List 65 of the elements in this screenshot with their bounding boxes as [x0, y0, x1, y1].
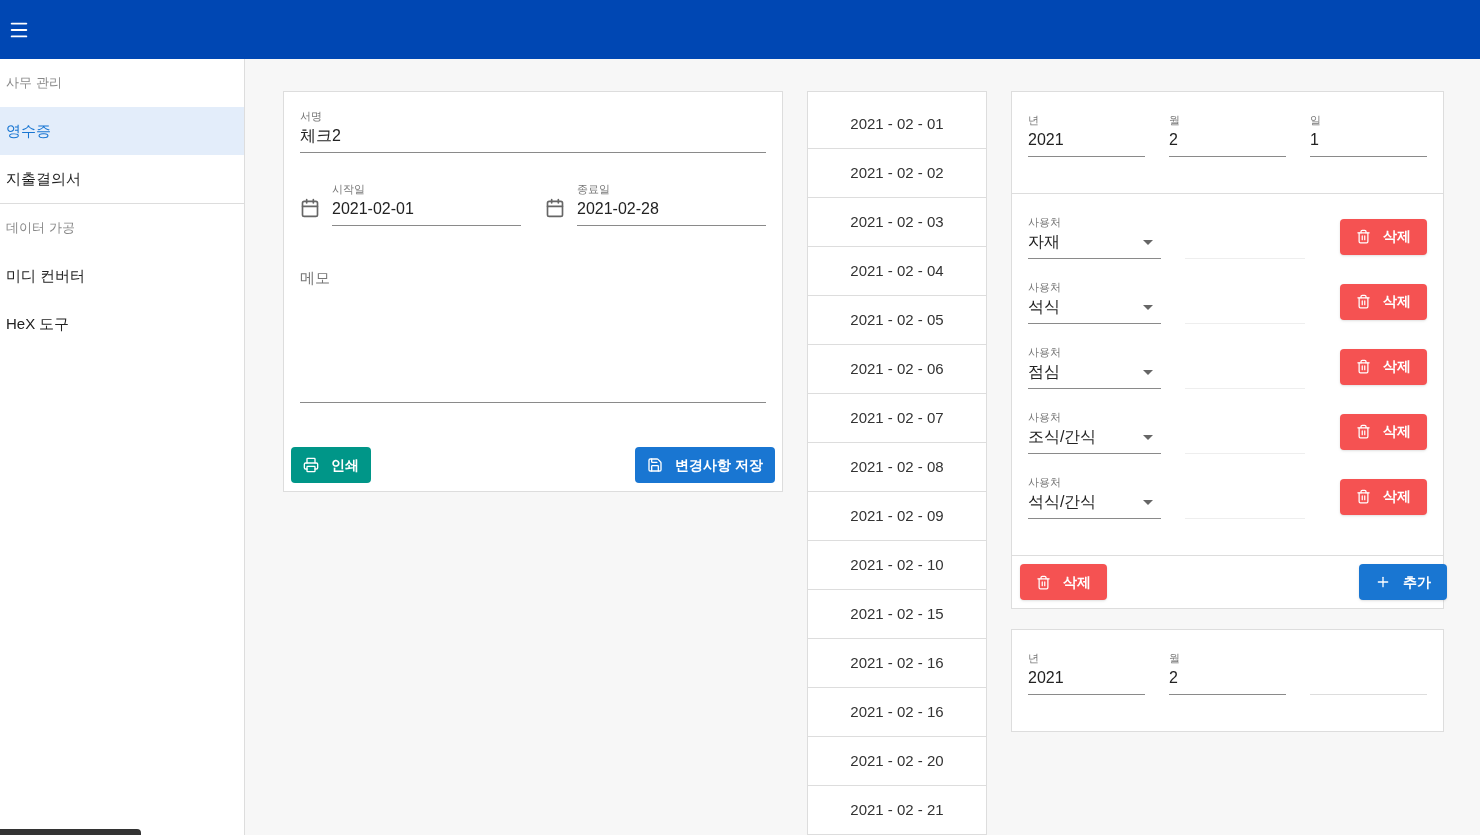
field-label: 월: [1169, 651, 1181, 666]
field-value: 2: [1169, 668, 1179, 688]
text-field[interactable]: 시작일 2021-02-01: [332, 181, 521, 226]
select-field[interactable]: 사용처 조식/간식: [1028, 409, 1161, 454]
select-field[interactable]: 사용처 점심: [1028, 344, 1161, 389]
text-field[interactable]: 서명 체크2: [300, 108, 766, 153]
date-item[interactable]: 2021 - 02 - 16: [808, 639, 986, 688]
field-label: 시작일: [332, 182, 366, 197]
field-label: 사용처: [1028, 410, 1062, 425]
field-value: 2021: [1028, 668, 1065, 688]
date-item[interactable]: 2021 - 02 - 09: [808, 492, 986, 541]
date-item[interactable]: 2021 - 02 - 10: [808, 541, 986, 590]
text-field[interactable]: 종료일 2021-02-28: [577, 181, 766, 226]
field-label: 사용처: [1028, 345, 1062, 360]
memo-placeholder: 메모: [300, 269, 330, 286]
field-label: 사용처: [1028, 215, 1062, 230]
field-label: 월: [1169, 113, 1181, 128]
field-label: 년: [1028, 651, 1040, 666]
field-value: 점심: [1028, 362, 1060, 382]
add-button[interactable]: 추가: [1359, 564, 1447, 600]
text-field[interactable]: 년 2021: [1028, 650, 1145, 695]
date-item[interactable]: 2021 - 02 - 05: [808, 296, 986, 345]
field-value: 체크2: [300, 126, 342, 146]
field-value: 2021-02-28: [577, 199, 660, 219]
field-value: 자재: [1028, 232, 1060, 252]
print-button[interactable]: 인쇄: [291, 447, 371, 483]
field-value: 석식: [1028, 297, 1060, 317]
field-label: 종료일: [577, 182, 611, 197]
select-field[interactable]: 사용처 석식/간식: [1028, 474, 1161, 519]
field-label: 사용처: [1028, 475, 1062, 490]
date-item[interactable]: 2021 - 02 - 06: [808, 345, 986, 394]
date-item[interactable]: 2021 - 02 - 20: [808, 737, 986, 786]
field-value: 석식/간식: [1028, 492, 1097, 512]
field-label: 일: [1310, 113, 1322, 128]
date-item[interactable]: 2021 - 02 - 21: [808, 786, 986, 835]
date-item[interactable]: 2021 - 02 - 03: [808, 198, 986, 247]
date-item[interactable]: 2021 - 02 - 16: [808, 688, 986, 737]
field-label: 년: [1028, 113, 1040, 128]
date-item[interactable]: 2021 - 02 - 15: [808, 590, 986, 639]
sidebar-item[interactable]: 영수증: [0, 107, 244, 155]
select-field[interactable]: 사용처 석식: [1028, 279, 1161, 324]
text-field[interactable]: 월 2: [1169, 650, 1286, 695]
text-field[interactable]: 년 2021: [1028, 112, 1145, 157]
date-item[interactable]: 2021 - 02 - 07: [808, 394, 986, 443]
field-value: 2: [1169, 130, 1179, 150]
field-label: 사용처: [1028, 280, 1062, 295]
memo-field[interactable]: 메모: [300, 266, 766, 403]
sidebar-item[interactable]: 미디 컨버터: [0, 252, 244, 300]
date-item[interactable]: 2021 - 02 - 02: [808, 149, 986, 198]
sidebar-item[interactable]: 지출결의서: [0, 155, 244, 203]
sidebar-item[interactable]: HeX 도구: [0, 300, 244, 348]
section-header: 데이터 가공: [5, 219, 76, 238]
date-item[interactable]: 2021 - 02 - 04: [808, 247, 986, 296]
text-field[interactable]: 월 2: [1169, 112, 1286, 157]
field-label: 서명: [300, 109, 323, 124]
field-value: 2021: [1028, 130, 1065, 150]
section-header: 사무 관리: [5, 74, 63, 93]
field-value: 2021-02-01: [332, 199, 415, 219]
date-item[interactable]: 2021 - 02 - 01: [808, 100, 986, 149]
save-button[interactable]: 변경사항 저장: [635, 447, 775, 483]
text-field[interactable]: 일 1: [1310, 112, 1427, 157]
field-value: 조식/간식: [1028, 427, 1097, 447]
select-field[interactable]: 사용처 자재: [1028, 214, 1161, 259]
date-item[interactable]: 2021 - 02 - 08: [808, 443, 986, 492]
field-value: 1: [1310, 130, 1320, 150]
